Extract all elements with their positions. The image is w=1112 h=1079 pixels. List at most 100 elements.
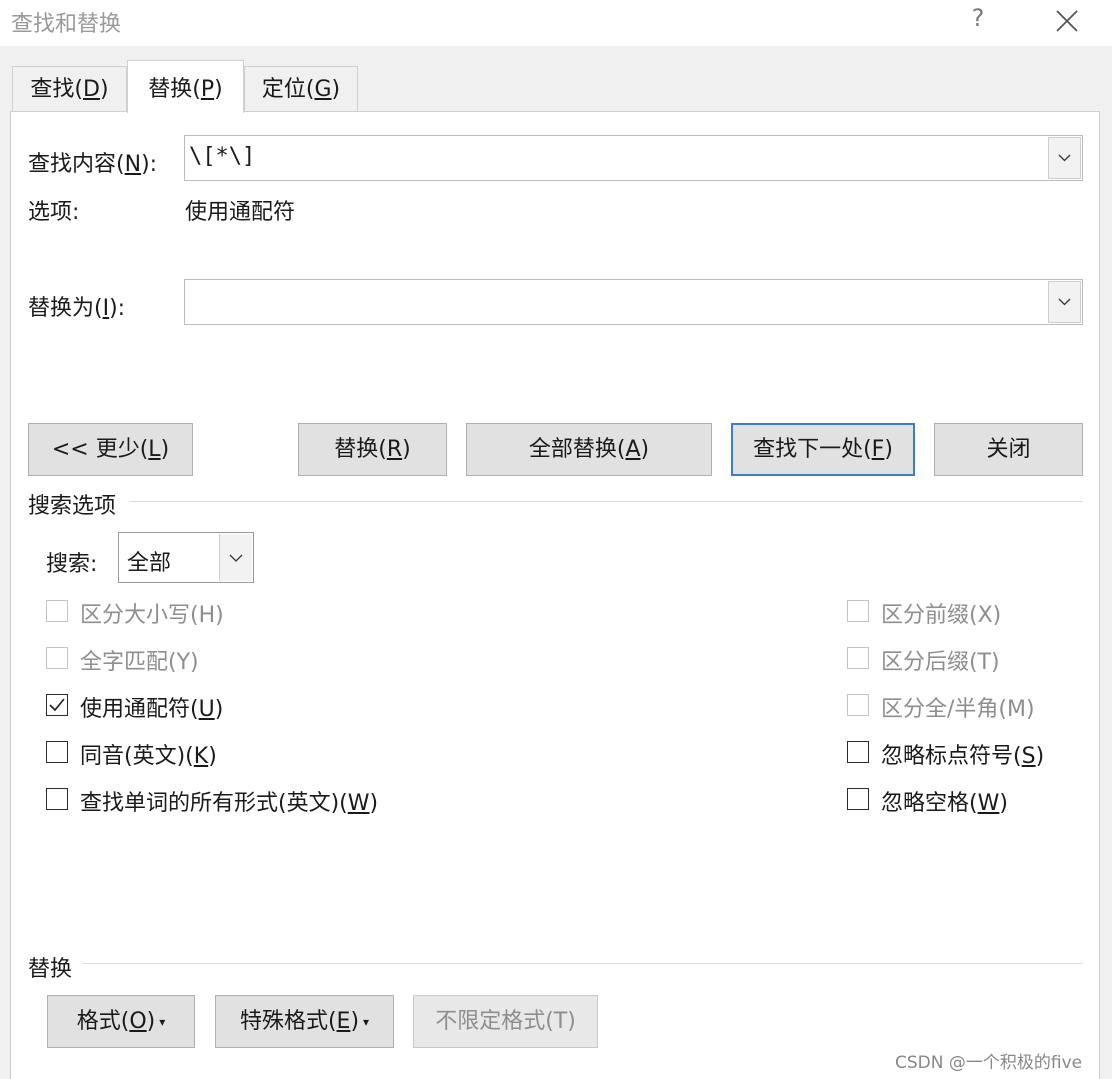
replace-label-text: 替换为( (28, 296, 103, 321)
replace-all-button-key: A (625, 437, 641, 462)
tab-find-key: D (83, 77, 100, 102)
help-button[interactable]: ? (966, 4, 990, 32)
checkbox-box[interactable] (46, 741, 68, 763)
special-button[interactable]: 特殊格式(E) ▾ (215, 995, 394, 1048)
tab-find-label: 查找( (30, 77, 84, 102)
sounds-like-key: K (193, 744, 209, 769)
checkbox-box[interactable] (847, 741, 869, 763)
replace-button-label: 替换( (334, 437, 387, 462)
checkbox-box[interactable] (847, 600, 869, 622)
sounds-like-label-text: 同音(英文)( (80, 744, 194, 769)
sounds-like-label: 同音(英文)(K) (80, 738, 217, 770)
match-width-label: 区分全/半角(M) (881, 697, 1035, 722)
title-bar: 查找和替换 ? (0, 0, 1112, 46)
format-button-label-end: ) (146, 1009, 156, 1034)
less-button[interactable]: << 更少(L) (28, 423, 193, 476)
find-label-end: ): (141, 152, 158, 177)
find-label: 查找内容(N): (28, 146, 157, 178)
tab-find[interactable]: 查找(D) (12, 66, 127, 111)
less-button-key: L (148, 437, 161, 462)
replace-section-divider (82, 963, 1083, 964)
find-next-button-label-end: ) (884, 437, 893, 462)
special-button-label: 特殊格式( (239, 1009, 337, 1034)
less-button-label-end: ) (160, 437, 170, 462)
search-direction-value: 全部 (127, 551, 172, 576)
search-direction-dropdown[interactable] (219, 534, 252, 581)
find-next-button-key: F (871, 437, 885, 462)
find-next-button[interactable]: 查找下一处(F) (731, 423, 915, 476)
options-value: 使用通配符 (185, 200, 296, 225)
replace-all-button-label: 全部替换( (528, 437, 626, 462)
tab-goto-key: G (314, 77, 332, 102)
less-button-label: << 更少( (51, 437, 149, 462)
replace-button[interactable]: 替换(R) (298, 423, 447, 476)
ignore-punctuation-label-end: ) (1035, 744, 1045, 769)
find-label-text: 查找内容( (28, 152, 125, 177)
use-wildcards-key: U (198, 697, 215, 722)
tab-goto[interactable]: 定位(G) (244, 66, 358, 111)
chevron-down-icon (1058, 154, 1071, 162)
close-button[interactable]: 关闭 (934, 423, 1083, 476)
checkmark-icon (49, 698, 65, 712)
tab-panel (10, 111, 1100, 1079)
all-word-forms-label-end: ) (369, 791, 379, 816)
replace-section-heading: 替换 (28, 957, 73, 982)
no-formatting-button[interactable]: 不限定格式(T) (413, 995, 598, 1048)
checkbox-box[interactable] (46, 788, 68, 810)
search-options-heading: 搜索选项 (28, 494, 117, 519)
watermark: CSDN @一个积极的five (895, 1053, 1083, 1073)
format-button-key: O (129, 1009, 147, 1034)
replace-all-button-label-end: ) (640, 437, 650, 462)
search-options-divider (130, 501, 1083, 502)
search-direction-label: 搜索: (46, 552, 98, 577)
checkbox-box[interactable] (847, 647, 869, 669)
checkbox-box[interactable] (46, 600, 68, 622)
replace-button-key: R (386, 437, 403, 462)
match-suffix-label: 区分后缀(T) (881, 650, 1000, 675)
caret-down-icon: ▾ (159, 1014, 166, 1029)
whole-word-label: 全字匹配(Y) (80, 650, 199, 675)
checkbox-box[interactable] (847, 788, 869, 810)
ignore-whitespace-label-text: 忽略空格( (881, 791, 978, 816)
tab-replace-key: P (200, 77, 215, 102)
find-next-button-label: 查找下一处( (753, 437, 872, 462)
all-word-forms-key: W (347, 791, 370, 816)
tab-replace[interactable]: 替换(P) (127, 60, 244, 113)
tab-find-label-end: ) (99, 77, 109, 102)
use-wildcards-label-end: ) (214, 697, 224, 722)
use-wildcards-label: 使用通配符(U) (80, 691, 223, 723)
ignore-whitespace-label: 忽略空格(W) (881, 785, 1008, 817)
match-case-label: 区分大小写(H) (80, 603, 224, 628)
find-combobox[interactable]: \[*\] (184, 135, 1083, 181)
replace-dropdown-button[interactable] (1048, 281, 1081, 323)
format-button[interactable]: 格式(O) ▾ (47, 995, 195, 1048)
tab-goto-label-end: ) (331, 77, 341, 102)
replace-label-end: ): (109, 296, 126, 321)
ignore-punctuation-label-text: 忽略标点符号( (881, 744, 1022, 769)
chevron-down-icon (229, 554, 243, 562)
find-label-key: N (124, 152, 142, 177)
chevron-down-icon (1058, 298, 1071, 306)
tab-replace-label-end: ) (214, 77, 223, 102)
find-dropdown-button[interactable] (1048, 137, 1081, 179)
dialog-title: 查找和替换 (11, 12, 122, 37)
caret-down-icon: ▾ (363, 1014, 370, 1029)
replace-all-button[interactable]: 全部替换(A) (466, 423, 712, 476)
checkbox-box[interactable] (46, 647, 68, 669)
close-icon[interactable] (1052, 6, 1082, 36)
all-word-forms-label: 查找单词的所有形式(英文)(W) (80, 785, 378, 817)
find-input[interactable]: \[*\] (189, 144, 255, 169)
checkbox-box[interactable] (46, 694, 68, 716)
replace-label: 替换为(I): (28, 290, 125, 322)
replace-combobox[interactable] (184, 279, 1083, 325)
options-label: 选项: (28, 200, 80, 225)
special-button-label-end: ) (350, 1009, 360, 1034)
tab-replace-label: 替换( (148, 77, 201, 102)
sounds-like-label-end: ) (208, 744, 217, 769)
tab-goto-label: 定位( (261, 77, 315, 102)
special-button-key: E (336, 1009, 351, 1034)
match-prefix-label: 区分前缀(X) (881, 603, 1002, 628)
checkbox-box[interactable] (847, 694, 869, 716)
use-wildcards-label-text: 使用通配符( (80, 697, 199, 722)
search-direction-select[interactable]: 全部 (118, 532, 254, 583)
